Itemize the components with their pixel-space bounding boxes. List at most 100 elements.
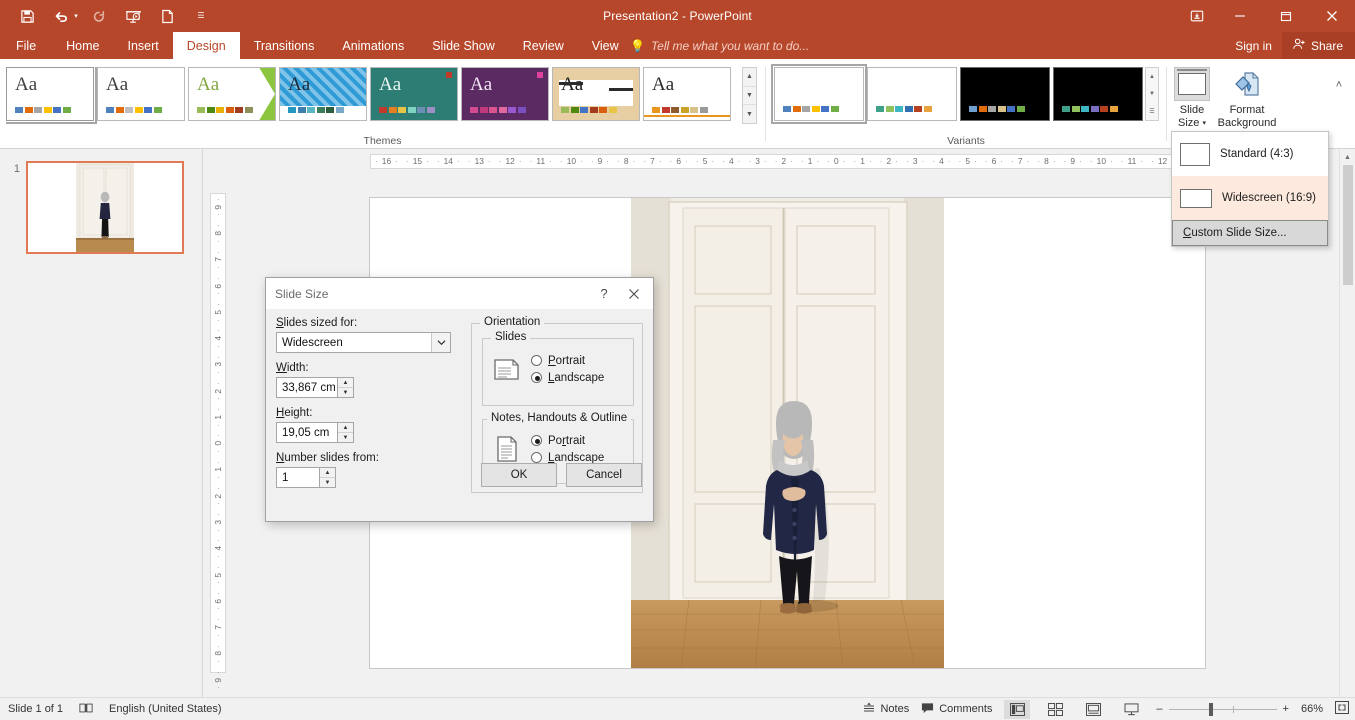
height-input[interactable]: 19,05 cm [276,422,338,443]
variant-light-1[interactable] [771,64,867,124]
tab-review[interactable]: Review [509,32,578,59]
slide-size-button[interactable]: Slide Size ▾ [1170,63,1214,130]
number-spin-buttons[interactable]: ▲ ▼ [320,467,336,488]
share-button[interactable]: Share [1281,32,1355,59]
width-input[interactable]: 33,867 cm [276,377,338,398]
slide-thumbnail-1[interactable] [26,161,184,254]
theme-purple-theme[interactable]: Aa [461,67,549,121]
slide-show-button[interactable] [1118,700,1144,719]
slide-size-dropdown-icon[interactable]: ▾ [1202,117,1206,130]
collapse-ribbon-icon[interactable]: ˄ [1329,76,1349,94]
save-icon[interactable] [10,1,44,31]
tab-design[interactable]: Design [172,32,240,59]
tab-insert[interactable]: Insert [114,32,173,59]
vertical-ruler[interactable]: · 9 · · 8 · · 7 · · 6 · · 5 · · 4 · · 3 · · 2 · · 1 · · 0 · · 1 · · 2 · · 3 · ·… [210,193,226,689]
variant-light-2[interactable] [867,67,957,121]
chevron-down-icon[interactable] [431,333,450,352]
theme-wood-type-theme[interactable]: Aa [552,67,640,121]
tab-transitions[interactable]: Transitions [240,32,329,59]
zoom-out-button[interactable]: – [1156,703,1162,715]
tab-slide-show[interactable]: Slide Show [418,32,509,59]
slide-sorter-view-button[interactable] [1042,700,1068,719]
theme-blue-pattern-theme[interactable]: Aa [279,67,367,121]
slides-landscape-radio[interactable] [531,372,542,383]
width-spin-down-icon[interactable]: ▼ [338,388,353,397]
variants-gallery-scroll[interactable]: ▲ ▼ ☰ [1145,67,1159,121]
notes-portrait-radio-row[interactable]: Portrait [531,432,604,449]
minimize-button[interactable] [1217,0,1263,32]
zoom-in-button[interactable]: + [1283,703,1289,715]
dialog-help-button[interactable]: ? [589,281,619,307]
undo-dropdown-icon[interactable]: ▾ [70,12,82,20]
theme-facet-theme[interactable]: Aa [97,67,185,121]
variants-scroll-up-icon[interactable]: ▲ [1146,68,1158,85]
normal-view-button[interactable] [1004,699,1031,719]
menu-item-standard-4-3[interactable]: Standard (4:3) [1172,132,1328,176]
variant-dark-1[interactable] [960,67,1050,121]
slide-photo[interactable] [631,198,944,668]
notes-landscape-radio[interactable] [531,452,542,463]
themes-gallery-scroll[interactable]: ▲ ▼ ▼ [742,67,757,124]
slides-landscape-radio-row[interactable]: Landscape [531,369,604,386]
theme-office-theme[interactable]: Aa [6,67,97,124]
themes-scroll-down-icon[interactable]: ▼ [743,87,756,106]
sign-in-button[interactable]: Sign in [1225,32,1282,59]
format-background-button[interactable]: Format Background [1216,63,1278,130]
width-spin-buttons[interactable]: ▲ ▼ [338,377,354,398]
ribbon-display-options-icon[interactable] [1177,0,1217,32]
themes-scroll-up-icon[interactable]: ▲ [743,68,756,87]
scroll-thumb[interactable] [1343,165,1353,285]
customize-quick-access-icon[interactable]: ☰ [184,1,218,31]
zoom-handle[interactable] [1208,702,1213,716]
reading-view-button[interactable] [1080,700,1106,719]
tab-animations[interactable]: Animations [328,32,418,59]
height-spin-up-icon[interactable]: ▲ [338,423,353,433]
tab-view[interactable]: View [578,32,633,59]
slides-sized-for-combo[interactable]: Widescreen [276,332,451,353]
start-presentation-icon[interactable] [116,1,150,31]
variants-gallery[interactable] [771,64,1143,124]
slides-portrait-radio[interactable] [531,355,542,366]
menu-item-custom-slide-size[interactable]: Custom Slide Size... [1172,220,1328,246]
variants-more-icon[interactable]: ☰ [1146,103,1158,120]
new-slide-icon[interactable] [150,1,184,31]
comments-button[interactable]: Comments [921,702,992,717]
variant-dark-2[interactable] [1053,67,1143,121]
spellcheck-icon[interactable] [79,702,93,717]
theme-banded-theme[interactable]: Aa [643,67,731,121]
scroll-up-icon[interactable]: ▲ [1340,149,1355,165]
number-slides-from-input[interactable]: 1 [276,467,320,488]
theme-teal-theme[interactable]: Aa [370,67,458,121]
dialog-title-bar: Slide Size ? [266,278,653,309]
close-button[interactable] [1309,0,1355,32]
zoom-slider[interactable]: – + [1156,702,1289,716]
restore-button[interactable] [1263,0,1309,32]
height-spin-down-icon[interactable]: ▼ [338,433,353,442]
width-spin-up-icon[interactable]: ▲ [338,378,353,388]
cancel-button[interactable]: Cancel [566,463,642,487]
horizontal-ruler[interactable]: · 16 · · 15 · · 14 · · 13 · · 12 · · 11 · · 10 · · 9 · · 8 · · 7 · · 6 ·… [370,154,1205,169]
tab-home[interactable]: Home [52,32,113,59]
tell-me-search[interactable]: 💡 Tell me what you want to do... [630,32,809,59]
variants-scroll-down-icon[interactable]: ▼ [1146,85,1158,102]
themes-gallery[interactable]: Aa Aa Aa Aa Aa Aa Aa Aa [6,67,746,124]
slides-portrait-radio-row[interactable]: Portrait [531,352,604,369]
ok-button[interactable]: OK [481,463,557,487]
canvas-vertical-scrollbar[interactable]: ▲ [1339,149,1355,697]
notes-portrait-radio[interactable] [531,435,542,446]
slide-indicator[interactable]: Slide 1 of 1 [8,703,63,715]
notes-button[interactable]: Notes [863,702,909,717]
themes-more-icon[interactable]: ▼ [743,105,756,123]
menu-item-widescreen-16-9[interactable]: Widescreen (16:9) [1172,176,1328,220]
theme-green-wave-theme[interactable]: Aa [188,67,276,121]
number-spin-up-icon[interactable]: ▲ [320,468,335,478]
number-spin-down-icon[interactable]: ▼ [320,478,335,487]
redo-icon[interactable] [82,1,116,31]
zoom-level[interactable]: 66% [1301,703,1323,715]
dialog-close-button[interactable] [619,281,649,307]
language-indicator[interactable]: English (United States) [109,703,222,715]
zoom-track[interactable] [1168,702,1277,716]
height-spin-buttons[interactable]: ▲ ▼ [338,422,354,443]
fit-to-window-button[interactable] [1335,701,1349,717]
tab-file[interactable]: File [0,32,52,59]
